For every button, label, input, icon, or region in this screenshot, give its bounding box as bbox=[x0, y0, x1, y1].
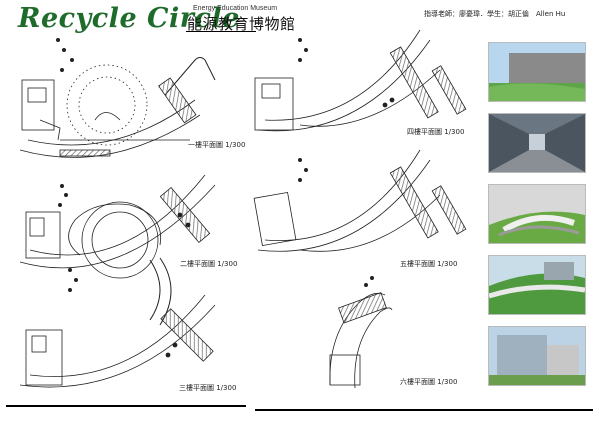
render-street-view bbox=[488, 326, 586, 386]
plan-floor-6 bbox=[329, 275, 393, 389]
plan-label-floor-6: 六樓平面圖 1/300 bbox=[400, 378, 458, 386]
plan-floor-1 bbox=[19, 38, 216, 158]
plan-label-floor-1: 一樓平面圖 1/300 bbox=[188, 141, 246, 149]
plan-floor-5 bbox=[253, 149, 467, 252]
plan-label-floor-2: 二樓平面圖 1/300 bbox=[180, 260, 238, 268]
plan-label-floor-3: 三樓平面圖 1/300 bbox=[179, 384, 237, 392]
plan-floor-4 bbox=[254, 29, 467, 132]
render-interior-corridor-view bbox=[488, 113, 586, 173]
plan-floor-2 bbox=[19, 174, 216, 326]
plan-floor-3 bbox=[19, 267, 216, 388]
plan-label-floor-5: 五樓平面圖 1/300 bbox=[400, 260, 458, 268]
render-green-roof-view bbox=[488, 255, 586, 315]
render-plaza-aerial-view bbox=[488, 184, 586, 244]
render-exterior-day-view bbox=[488, 42, 586, 102]
presentation-board: Recycle Circle Energy Education Museum 能… bbox=[0, 0, 600, 424]
plan-label-floor-4: 四樓平面圖 1/300 bbox=[407, 128, 465, 136]
